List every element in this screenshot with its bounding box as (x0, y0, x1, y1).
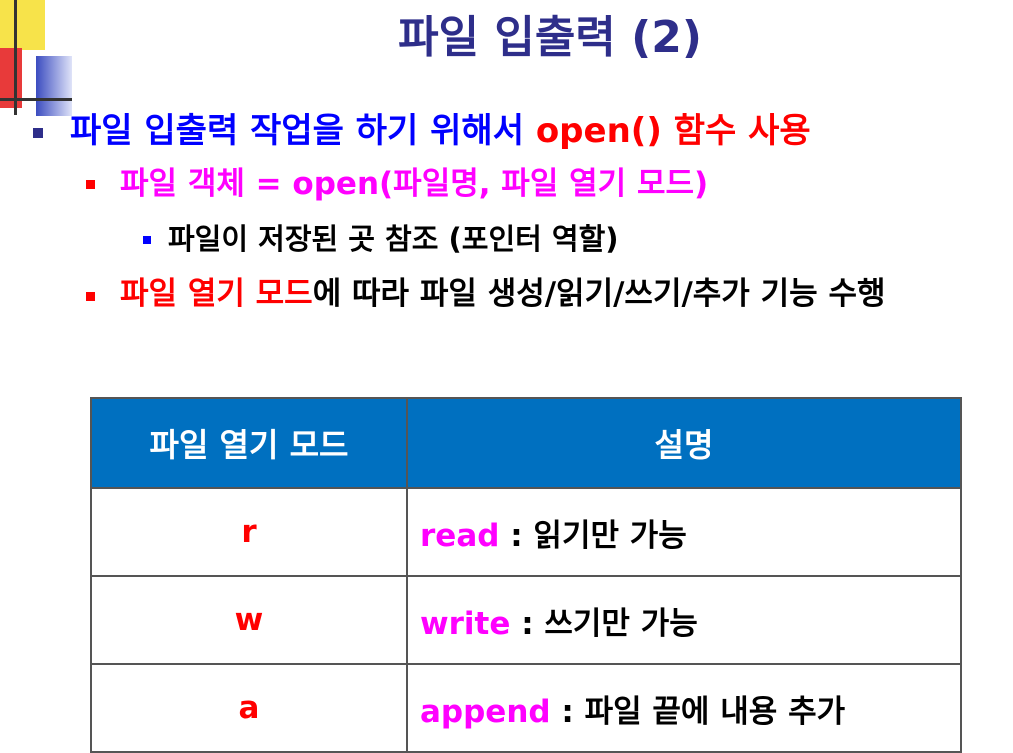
separator: : (550, 693, 585, 730)
bullet-square-icon (33, 128, 43, 138)
bullet-open-function: 파일 입출력 작업을 하기 위해서 open() 함수 사용 (70, 108, 811, 154)
page-title: 파일 입출력 (2) (398, 12, 702, 63)
bullet-file-object: 파일 객체 = open(파일명, 파일 열기 모드) (120, 166, 709, 202)
bullet-file-reference: 파일이 저장된 곳 참조 (포인터 역할) (168, 222, 619, 256)
separator: : (510, 605, 545, 642)
description-cell: append : 파일 끝에 내용 추가 (406, 663, 962, 753)
bullet-square-icon (86, 180, 95, 189)
decor-yellow-square (0, 0, 45, 50)
bullet-text: 에 따라 파일 생성/읽기/쓰기/추가 기능 수행 (312, 276, 886, 312)
separator: : (499, 517, 534, 554)
bullet-highlight: open() 함수 사용 (535, 111, 811, 151)
mode-cell: a (90, 663, 408, 753)
bullet-open-mode: 파일 열기 모드에 따라 파일 생성/읽기/쓰기/추가 기능 수행 (120, 272, 1010, 316)
description-cell: read : 읽기만 가능 (406, 487, 962, 577)
bullet-highlight: 파일 열기 모드 (120, 276, 313, 312)
file-mode-table: 파일 열기 모드 설명 r read : 읽기만 가능 w write : 쓰기… (90, 397, 962, 753)
mode-cell: w (90, 575, 408, 665)
mode-keyword: read (420, 517, 500, 554)
table-row: w write : 쓰기만 가능 (90, 575, 962, 665)
description-text: 쓰기만 가능 (544, 605, 698, 642)
table-header-row: 파일 열기 모드 설명 (90, 397, 962, 489)
mode-keyword: append (420, 693, 551, 730)
table-row: a append : 파일 끝에 내용 추가 (90, 663, 962, 753)
mode-keyword: write (420, 605, 511, 642)
header-mode: 파일 열기 모드 (90, 397, 408, 489)
description-cell: write : 쓰기만 가능 (406, 575, 962, 665)
bullet-text: 파일 입출력 작업을 하기 위해서 (70, 111, 536, 151)
decor-blue-square (36, 56, 72, 116)
decor-horizontal-line (0, 98, 72, 101)
bullet-square-icon (143, 236, 151, 244)
description-text: 파일 끝에 내용 추가 (584, 693, 846, 730)
header-description: 설명 (406, 397, 962, 489)
table-row: r read : 읽기만 가능 (90, 487, 962, 577)
mode-cell: r (90, 487, 408, 577)
bullet-square-icon (86, 292, 95, 301)
description-text: 읽기만 가능 (533, 517, 687, 554)
